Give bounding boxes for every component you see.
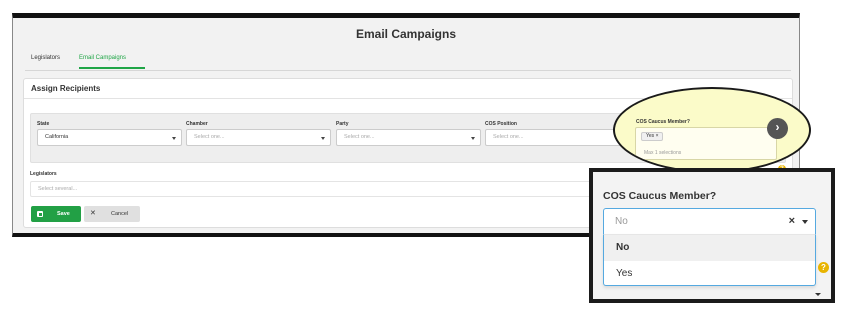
close-icon: ✕ bbox=[90, 210, 96, 217]
state-value: California bbox=[45, 134, 69, 140]
chevron-down-icon bbox=[172, 137, 176, 140]
cancel-button[interactable]: ✕ Cancel bbox=[84, 206, 140, 222]
party-select[interactable]: Select one... bbox=[336, 129, 481, 146]
option-no[interactable]: No bbox=[604, 235, 815, 261]
chevron-down-icon[interactable] bbox=[802, 220, 808, 224]
chamber-select[interactable]: Select one... bbox=[186, 129, 331, 146]
chip-label: Yes bbox=[646, 133, 655, 139]
state-select[interactable]: California bbox=[37, 129, 182, 146]
cos-position-placeholder: Select one... bbox=[493, 134, 524, 140]
page-title: Email Campaigns bbox=[355, 27, 457, 41]
chamber-filter: Chamber Select one... bbox=[186, 121, 331, 146]
state-label: State bbox=[37, 121, 50, 127]
selected-value: No bbox=[615, 216, 628, 227]
selected-chip[interactable]: Yes × bbox=[641, 132, 664, 141]
cos-caucus-label: COS Caucus Member? bbox=[636, 119, 690, 125]
party-placeholder: Select one... bbox=[344, 134, 375, 140]
chip-remove-icon[interactable]: × bbox=[656, 133, 659, 139]
dropdown-menu: No Yes bbox=[603, 234, 816, 286]
legislators-multiselect[interactable]: Select several... bbox=[30, 181, 650, 197]
cancel-label: Cancel bbox=[111, 211, 129, 217]
highlight-callout: COS Caucus Member? Yes × Max 1 selection… bbox=[613, 87, 811, 173]
cos-caucus-label: COS Caucus Member? bbox=[603, 190, 717, 202]
zoomed-dropdown: COS Caucus Member? No × No Yes ? bbox=[589, 168, 835, 303]
cos-position-filter: COS Position Select one... bbox=[485, 121, 630, 146]
option-yes[interactable]: Yes bbox=[604, 261, 815, 287]
clear-icon[interactable]: × bbox=[789, 209, 795, 234]
party-filter: Party Select one... bbox=[336, 121, 481, 146]
chevron-down-icon bbox=[815, 293, 821, 296]
party-label: Party bbox=[336, 121, 349, 127]
cos-caucus-select[interactable]: No × bbox=[603, 208, 816, 235]
chevron-right-icon: › bbox=[767, 118, 788, 139]
cos-position-label: COS Position bbox=[485, 121, 517, 127]
save-label: Save bbox=[57, 211, 70, 217]
state-filter: State California bbox=[37, 121, 182, 146]
tab-bar: Legislators Email Campaigns bbox=[25, 51, 791, 71]
help-icon: ? bbox=[818, 262, 829, 273]
max-selections-hint: Max 1 selections bbox=[644, 150, 682, 156]
chevron-down-icon bbox=[471, 137, 475, 140]
tab-email-campaigns[interactable]: Email Campaigns bbox=[79, 55, 145, 69]
tab-legislators[interactable]: Legislators bbox=[31, 55, 60, 61]
chamber-label: Chamber bbox=[186, 121, 208, 127]
cos-position-select[interactable]: Select one... bbox=[485, 129, 630, 146]
chevron-down-icon bbox=[321, 137, 325, 140]
card-title: Assign Recipients bbox=[31, 84, 101, 93]
cos-caucus-select[interactable]: Yes × Max 1 selections bbox=[635, 127, 777, 160]
legislators-label: Legislators bbox=[30, 171, 57, 177]
floppy-disk-icon bbox=[37, 211, 43, 217]
chamber-placeholder: Select one... bbox=[194, 134, 225, 140]
save-button[interactable]: Save bbox=[31, 206, 81, 222]
